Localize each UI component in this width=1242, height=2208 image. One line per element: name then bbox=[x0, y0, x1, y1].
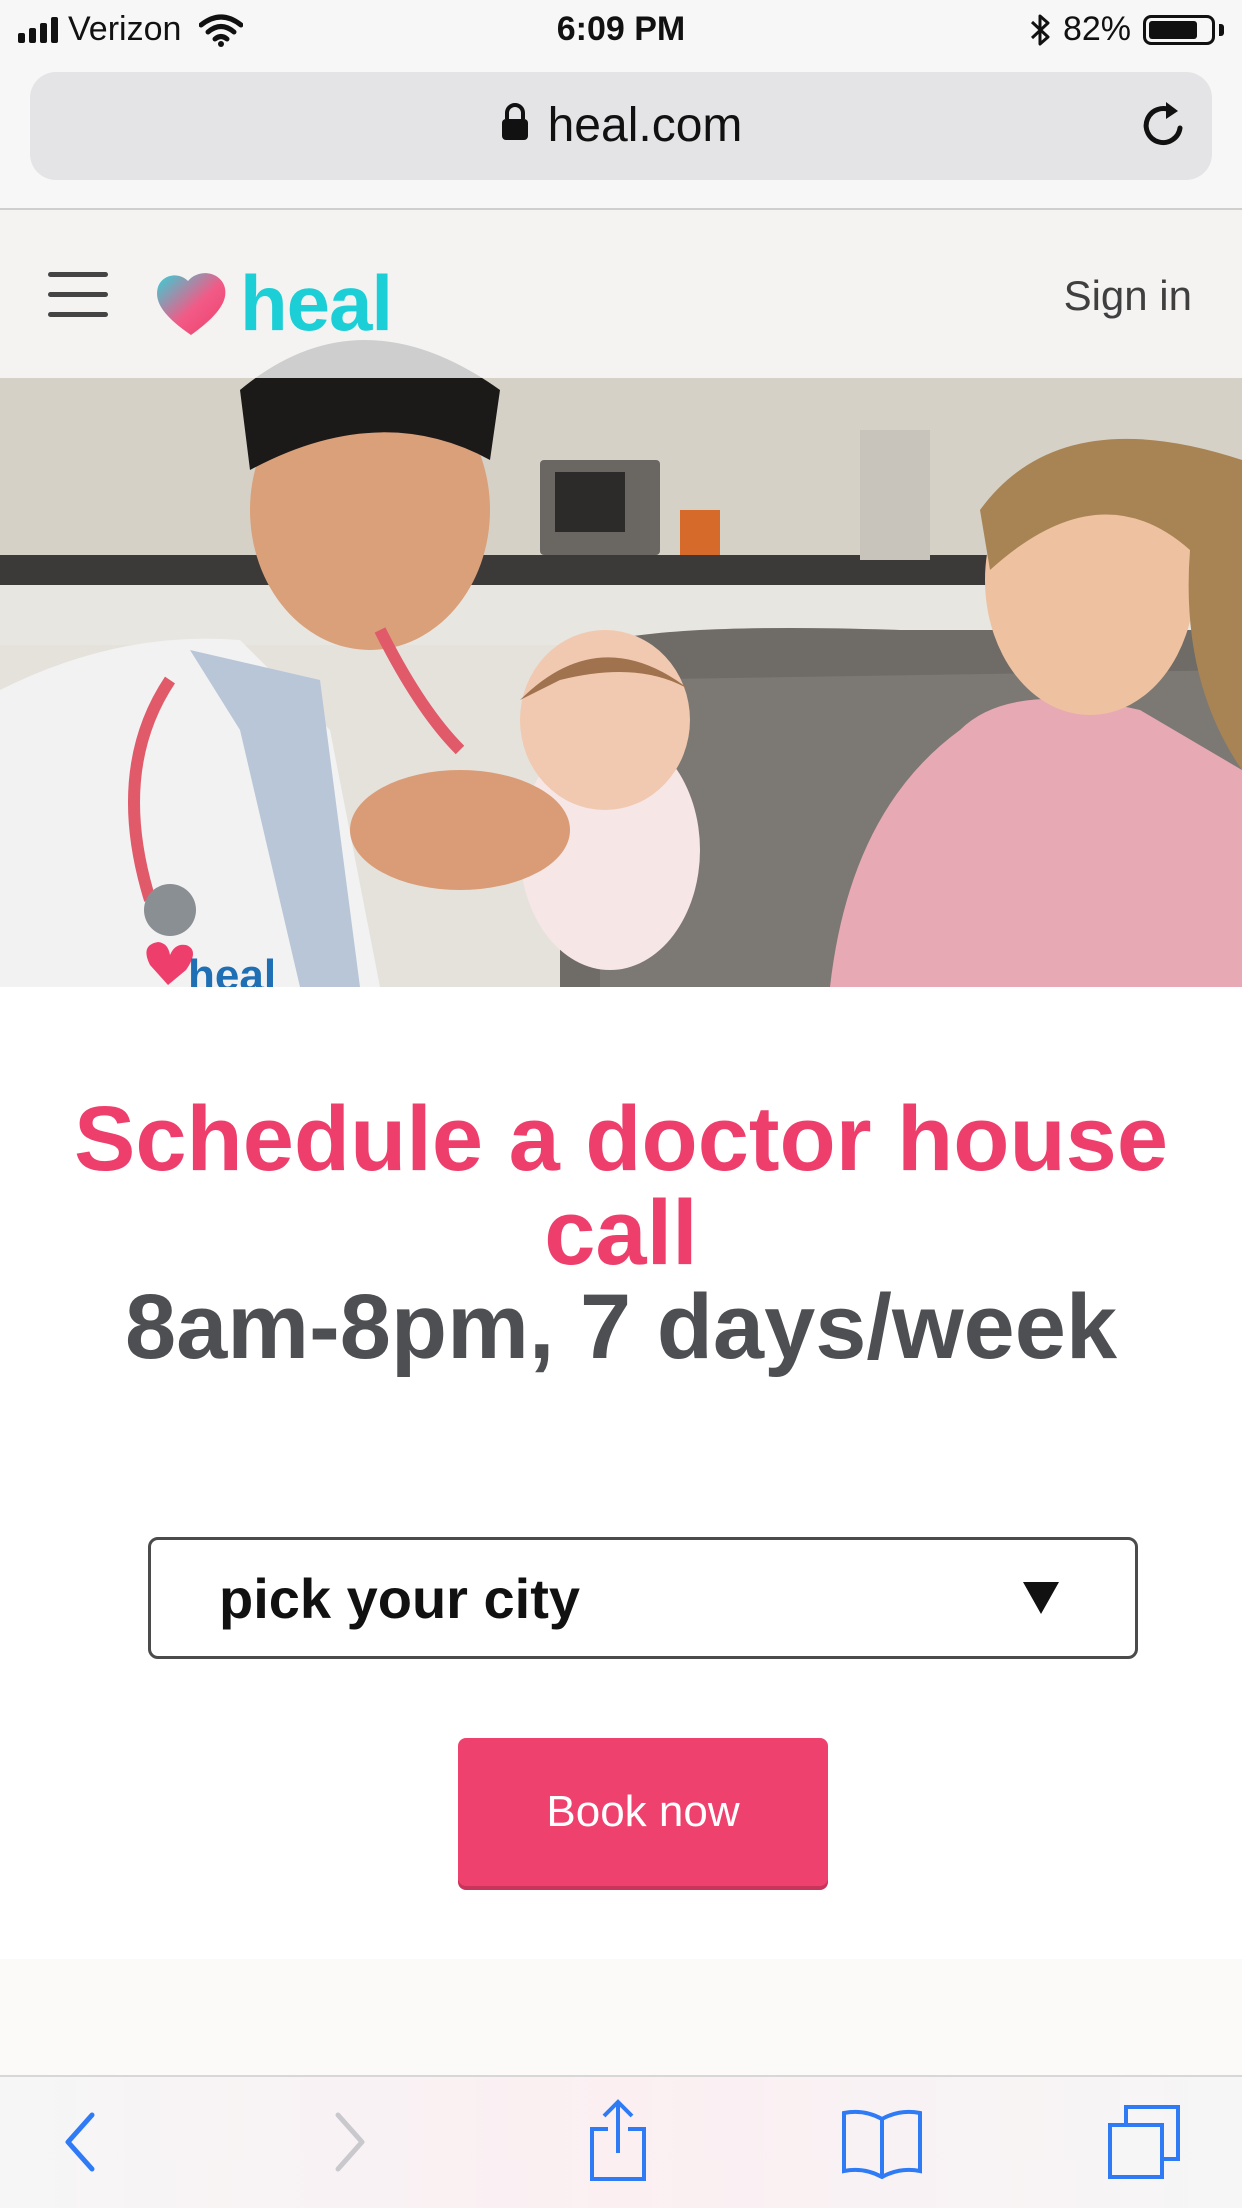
battery-percent: 82% bbox=[1062, 10, 1131, 48]
page-footer-strip bbox=[0, 1959, 1242, 2075]
city-select-value: pick your city bbox=[219, 1567, 581, 1630]
dropdown-arrow-icon bbox=[1023, 1582, 1059, 1614]
city-select[interactable]: pick your city bbox=[148, 1537, 1138, 1659]
battery-tip bbox=[1219, 23, 1224, 36]
forward-icon[interactable] bbox=[328, 2107, 372, 2177]
browser-toolbar bbox=[0, 2075, 1242, 2208]
book-now-button[interactable]: Book now bbox=[458, 1738, 828, 1886]
url-text: heal.com bbox=[547, 99, 743, 152]
bookmarks-icon[interactable] bbox=[840, 2107, 924, 2179]
lock-icon bbox=[501, 103, 528, 141]
reload-icon[interactable] bbox=[1136, 98, 1190, 152]
url-display[interactable]: heal.com bbox=[30, 98, 1212, 153]
browser-address-area: heal.com bbox=[0, 62, 1242, 210]
battery-icon bbox=[1143, 14, 1215, 45]
headline-hours: 8am-8pm, 7 days/week bbox=[124, 1276, 1118, 1378]
heal-logo[interactable]: heal bbox=[154, 258, 393, 349]
booking-section: Schedule a doctor house call 8am-8pm, 7 … bbox=[0, 987, 1242, 1959]
battery-fill bbox=[1149, 20, 1198, 39]
svg-text:heal: heal bbox=[188, 951, 276, 987]
logo-text: heal bbox=[240, 259, 393, 347]
status-bar: Verizon 6:09 PM 82% bbox=[0, 0, 1242, 62]
status-right: 82% bbox=[1029, 10, 1224, 49]
hero-section: heal heal Sign in bbox=[0, 210, 1242, 987]
back-icon[interactable] bbox=[58, 2107, 102, 2177]
share-icon[interactable] bbox=[586, 2099, 650, 2183]
headline-primary: Schedule a doctor house call bbox=[74, 1088, 1168, 1284]
sign-in-link[interactable]: Sign in bbox=[1064, 272, 1192, 320]
headline: Schedule a doctor house call 8am-8pm, 7 … bbox=[60, 1092, 1182, 1374]
bluetooth-icon bbox=[1030, 14, 1050, 45]
address-bar[interactable]: heal.com bbox=[30, 72, 1212, 180]
site-header: heal Sign in bbox=[0, 210, 1242, 378]
heart-logo-icon bbox=[157, 272, 226, 335]
hamburger-menu-icon[interactable] bbox=[48, 272, 108, 318]
tabs-icon[interactable] bbox=[1104, 2103, 1184, 2183]
